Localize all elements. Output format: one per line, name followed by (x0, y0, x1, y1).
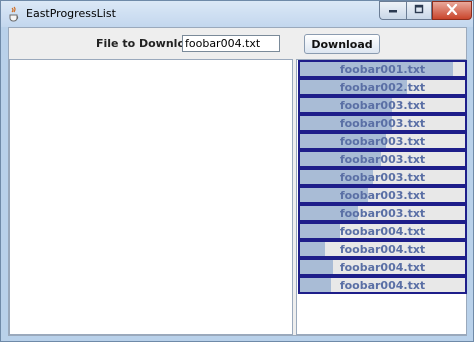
download-progress-item[interactable]: foobar003.txt (298, 150, 467, 168)
progress-label: foobar002.txt (339, 80, 426, 94)
download-progress-item[interactable]: foobar003.txt (298, 132, 467, 150)
progress-label: foobar003.txt (339, 152, 426, 166)
download-progress-item[interactable]: foobar003.txt (298, 168, 467, 186)
java-cup-icon (6, 6, 22, 22)
progress-label: foobar003.txt (339, 170, 426, 184)
maximize-icon (414, 4, 424, 17)
download-progress-item[interactable]: foobar004.txt (298, 240, 467, 258)
app-window: EastProgressList File to Download: Downl… (0, 0, 474, 342)
download-progress-item[interactable]: foobar004.txt (298, 258, 467, 276)
download-progress-item[interactable]: foobar003.txt (298, 204, 467, 222)
file-name-input[interactable] (182, 35, 280, 52)
window-title: EastProgressList (26, 7, 116, 20)
close-icon (446, 3, 458, 18)
download-progress-list[interactable]: foobar001.txt foobar002.txt foobar003.txt f… (298, 60, 467, 294)
progress-label: foobar004.txt (339, 278, 426, 292)
download-progress-item[interactable]: foobar004.txt (298, 276, 467, 294)
download-progress-item[interactable]: foobar003.txt (298, 96, 467, 114)
download-progress-item[interactable]: foobar003.txt (298, 114, 467, 132)
download-progress-item[interactable]: foobar002.txt (298, 78, 467, 96)
progress-label: foobar003.txt (339, 206, 426, 220)
progress-label: foobar004.txt (339, 224, 426, 238)
progress-label: foobar003.txt (339, 116, 426, 130)
left-panel (9, 59, 293, 335)
download-button[interactable]: Download (304, 34, 380, 54)
progress-label: foobar003.txt (339, 134, 426, 148)
download-progress-item[interactable]: foobar001.txt (298, 60, 467, 78)
progress-label: foobar004.txt (339, 260, 426, 274)
download-list-panel[interactable]: foobar001.txt foobar002.txt foobar003.txt f… (296, 59, 467, 335)
download-progress-item[interactable]: foobar003.txt (298, 186, 467, 204)
maximize-button[interactable] (406, 1, 432, 20)
progress-label: foobar004.txt (339, 242, 426, 256)
title-bar[interactable]: EastProgressList (1, 1, 473, 27)
minimize-icon (388, 4, 398, 17)
progress-label: foobar003.txt (339, 98, 426, 112)
minimize-button[interactable] (379, 1, 406, 20)
close-button[interactable] (432, 1, 472, 20)
progress-label: foobar001.txt (339, 62, 426, 76)
progress-label: foobar003.txt (339, 188, 426, 202)
content-pane: File to Download: Download foobar001.txt… (8, 27, 467, 336)
download-progress-item[interactable]: foobar004.txt (298, 222, 467, 240)
